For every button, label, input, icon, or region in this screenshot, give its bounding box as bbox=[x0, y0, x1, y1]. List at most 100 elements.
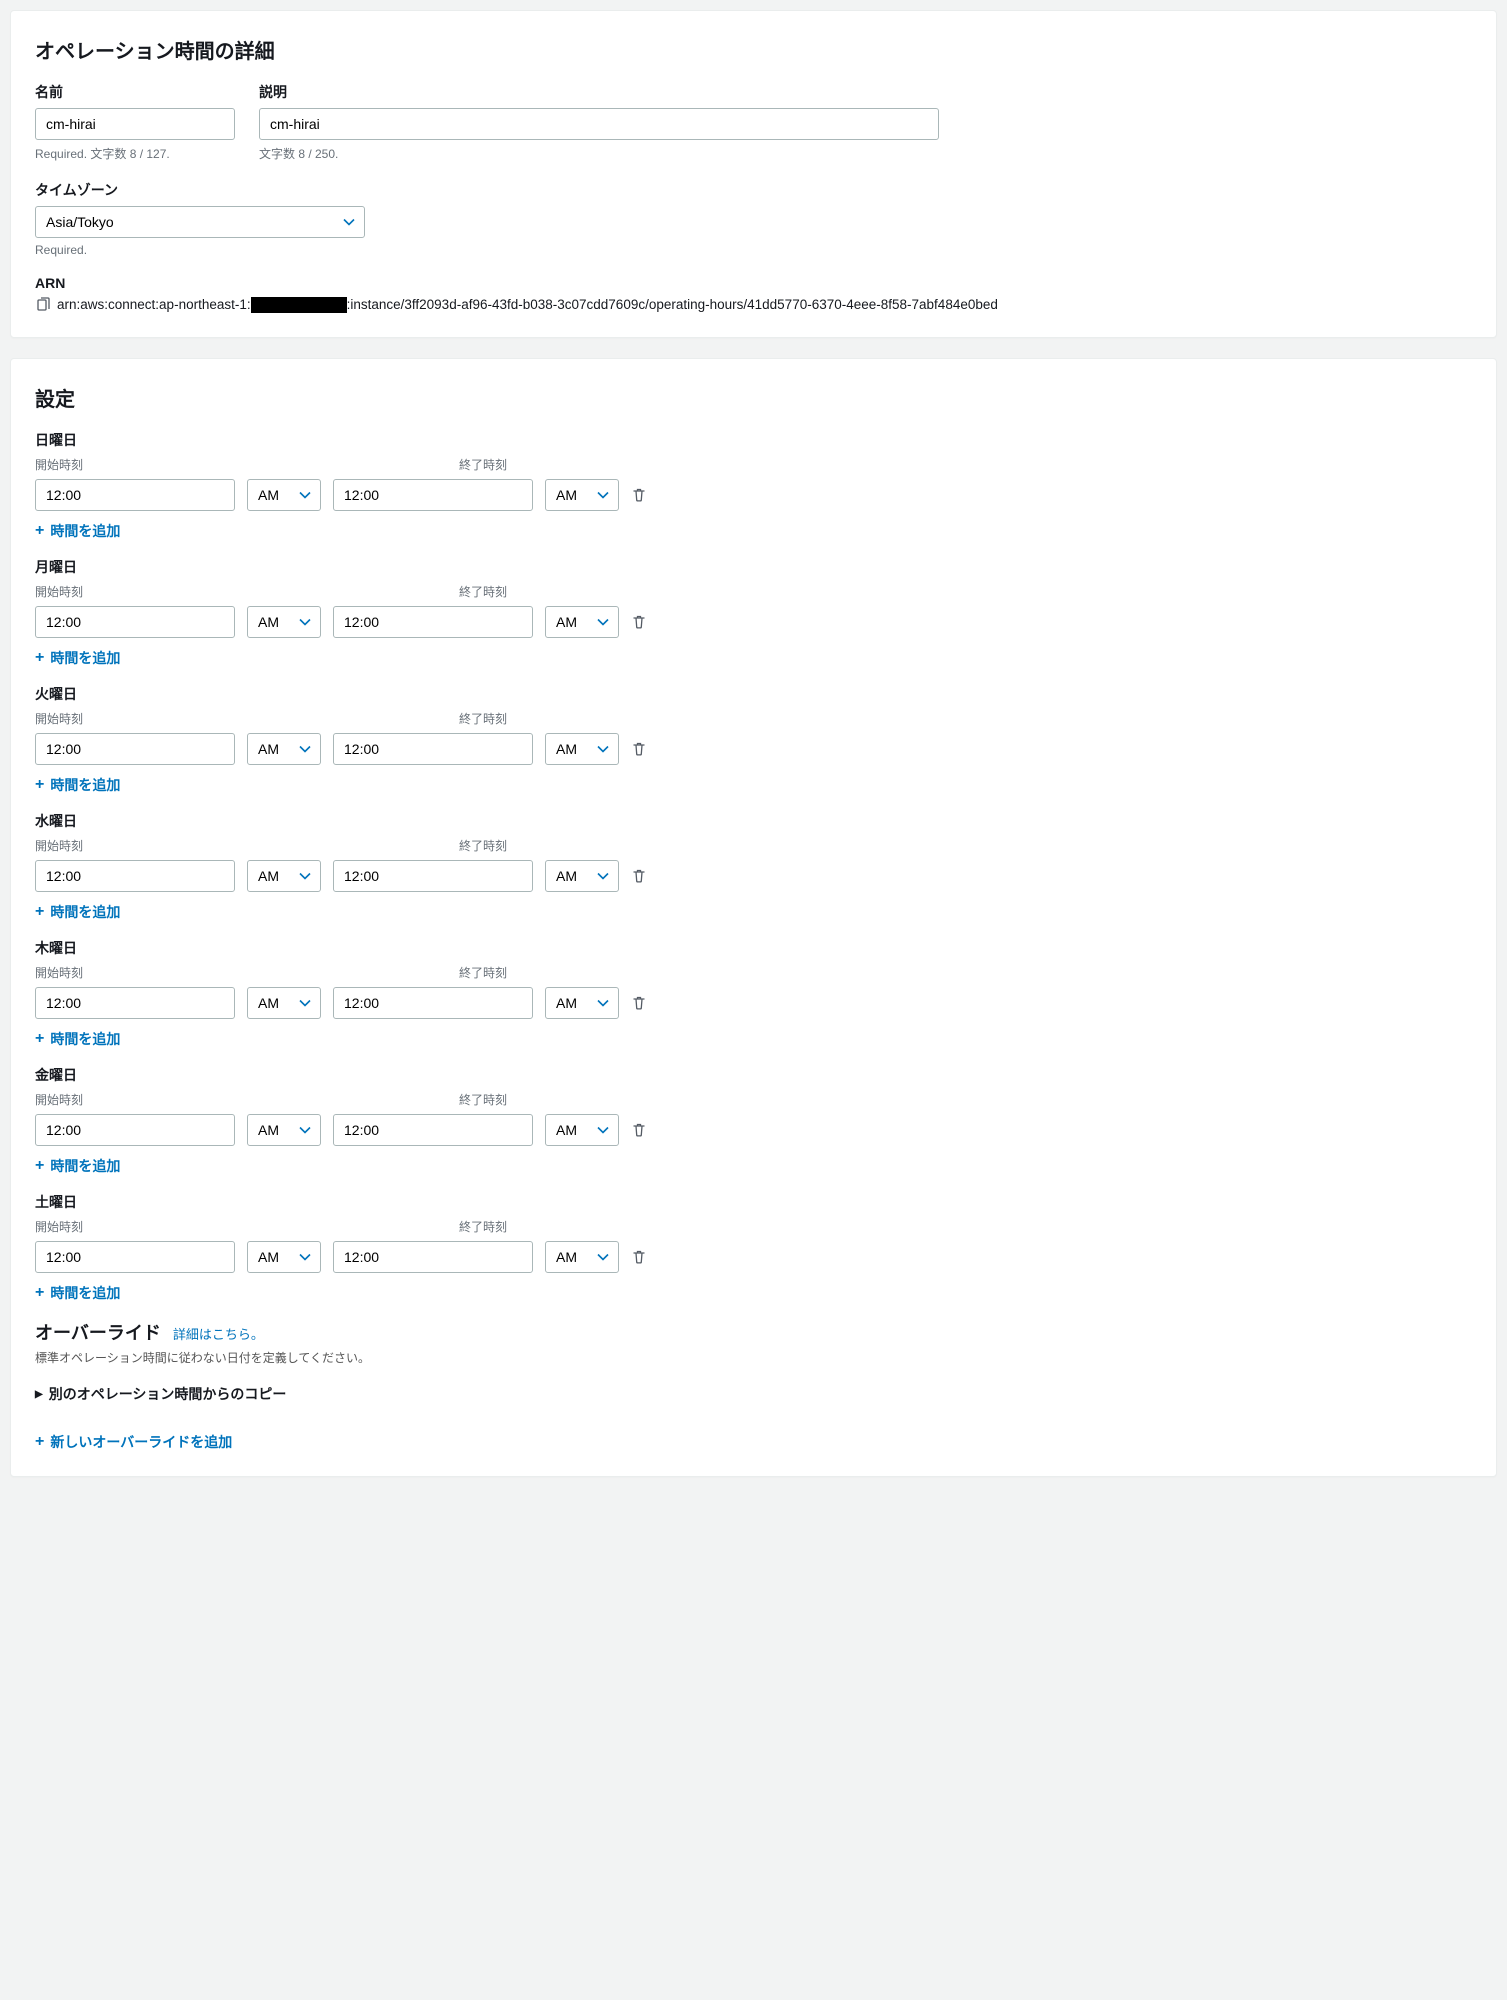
start-time-input[interactable] bbox=[35, 1114, 235, 1146]
add-time-link[interactable]: +時間を追加 bbox=[35, 521, 120, 541]
end-ampm-select[interactable]: AM bbox=[545, 606, 619, 638]
start-time-input[interactable] bbox=[35, 860, 235, 892]
plus-icon: + bbox=[35, 650, 44, 666]
start-ampm-select[interactable]: AM bbox=[247, 479, 321, 511]
end-ampm-select[interactable]: AM bbox=[545, 987, 619, 1019]
name-label: 名前 bbox=[35, 82, 235, 102]
arn-label: ARN bbox=[35, 275, 1472, 291]
plus-icon: + bbox=[35, 1285, 44, 1301]
end-ampm-select[interactable]: AM bbox=[545, 1241, 619, 1273]
add-time-label: 時間を追加 bbox=[50, 1156, 120, 1176]
start-ampm-select[interactable]: AM bbox=[247, 606, 321, 638]
end-time-label: 終了時刻 bbox=[459, 964, 659, 981]
plus-icon: + bbox=[35, 777, 44, 793]
end-time-label: 終了時刻 bbox=[459, 583, 659, 600]
details-heading: オペレーション時間の詳細 bbox=[35, 35, 1472, 64]
start-time-input[interactable] bbox=[35, 987, 235, 1019]
delete-icon[interactable] bbox=[631, 1249, 647, 1265]
day-block: 金曜日開始時刻 終了時刻 AM AM + 時間を追加 bbox=[35, 1065, 1472, 1176]
start-time-label: 開始時刻 bbox=[35, 1218, 329, 1235]
add-override-link[interactable]: + 新しいオーバーライドを追加 bbox=[35, 1432, 232, 1452]
add-time-label: 時間を追加 bbox=[50, 521, 120, 541]
end-ampm-select[interactable]: AM bbox=[545, 479, 619, 511]
start-ampm-select[interactable]: AM bbox=[247, 1241, 321, 1273]
delete-icon[interactable] bbox=[631, 741, 647, 757]
details-panel: オペレーション時間の詳細 名前 Required. 文字数 8 / 127. 説… bbox=[10, 10, 1497, 338]
start-ampm-select[interactable]: AM bbox=[247, 860, 321, 892]
settings-panel: 設定 日曜日開始時刻終了時刻AMAM+時間を追加月曜日開始時刻終了時刻AMAM+… bbox=[10, 358, 1497, 1477]
add-override-label: 新しいオーバーライドを追加 bbox=[50, 1432, 232, 1452]
start-time-label: 開始時刻 bbox=[35, 1091, 329, 1108]
end-ampm-select[interactable]: AM bbox=[545, 860, 619, 892]
add-time-label: 時間を追加 bbox=[50, 1283, 120, 1303]
add-time-label: 時間を追加 bbox=[50, 902, 120, 922]
day-name: 日曜日 bbox=[35, 430, 1472, 450]
end-time-input[interactable] bbox=[333, 733, 533, 765]
end-time-label: 終了時刻 bbox=[459, 1091, 659, 1108]
arn-text: arn:aws:connect:ap-northeast-1::instance… bbox=[57, 297, 998, 313]
day-block: 水曜日開始時刻終了時刻AMAM+時間を追加 bbox=[35, 811, 1472, 922]
name-field-group: 名前 Required. 文字数 8 / 127. bbox=[35, 82, 235, 162]
end-time-input[interactable] bbox=[333, 1114, 533, 1146]
add-time-link[interactable]: + 時間を追加 bbox=[35, 1156, 120, 1176]
override-details-link[interactable]: 詳細はこちら。 bbox=[173, 1324, 264, 1343]
override-heading: オーバーライド bbox=[35, 1319, 161, 1345]
add-time-link[interactable]: +時間を追加 bbox=[35, 1029, 120, 1049]
start-time-label: 開始時刻 bbox=[35, 710, 329, 727]
add-time-link[interactable]: +時間を追加 bbox=[35, 648, 120, 668]
end-ampm-select[interactable]: AM bbox=[545, 1114, 619, 1146]
end-time-label: 終了時刻 bbox=[459, 456, 659, 473]
add-time-link[interactable]: + 時間を追加 bbox=[35, 1283, 120, 1303]
tz-help: Required. bbox=[35, 243, 1472, 257]
desc-help: 文字数 8 / 250. bbox=[259, 145, 939, 162]
day-block: 火曜日開始時刻 終了時刻 AM AM + 時間を追加 bbox=[35, 684, 1472, 795]
copy-icon[interactable] bbox=[35, 297, 51, 313]
tz-select[interactable]: Asia/Tokyo bbox=[35, 206, 365, 238]
plus-icon: + bbox=[35, 904, 44, 920]
add-time-link[interactable]: + 時間を追加 bbox=[35, 775, 120, 795]
delete-icon[interactable] bbox=[631, 1122, 647, 1138]
day-block: 木曜日開始時刻 終了時刻 AM AM +時間を追加 bbox=[35, 938, 1472, 1049]
start-ampm-select[interactable]: AM bbox=[247, 733, 321, 765]
end-time-input[interactable] bbox=[333, 987, 533, 1019]
start-time-input[interactable] bbox=[35, 733, 235, 765]
day-name: 水曜日 bbox=[35, 811, 1472, 831]
settings-heading: 設定 bbox=[35, 383, 1472, 412]
delete-icon[interactable] bbox=[631, 868, 647, 884]
tz-label: タイムゾーン bbox=[35, 180, 1472, 200]
plus-icon: + bbox=[35, 1158, 44, 1174]
end-time-input[interactable] bbox=[333, 479, 533, 511]
start-time-label: 開始時刻 bbox=[35, 456, 329, 473]
day-name: 金曜日 bbox=[35, 1065, 1472, 1085]
start-ampm-select[interactable]: AM bbox=[247, 987, 321, 1019]
day-name: 火曜日 bbox=[35, 684, 1472, 704]
start-time-input[interactable] bbox=[35, 1241, 235, 1273]
add-time-label: 時間を追加 bbox=[50, 775, 120, 795]
arn-value-row: arn:aws:connect:ap-northeast-1::instance… bbox=[35, 297, 1472, 313]
end-ampm-select[interactable]: AM bbox=[545, 733, 619, 765]
end-time-input[interactable] bbox=[333, 860, 533, 892]
delete-icon[interactable] bbox=[631, 995, 647, 1011]
start-time-label: 開始時刻 bbox=[35, 964, 329, 981]
day-name: 木曜日 bbox=[35, 938, 1472, 958]
add-time-label: 時間を追加 bbox=[50, 1029, 120, 1049]
desc-field-group: 説明 文字数 8 / 250. bbox=[259, 82, 939, 162]
copy-from-toggle[interactable]: ▶ 別のオペレーション時間からのコピー bbox=[35, 1384, 1472, 1404]
day-block: 月曜日開始時刻終了時刻AMAM+時間を追加 bbox=[35, 557, 1472, 668]
tz-select-wrap: Asia/Tokyo bbox=[35, 206, 365, 238]
start-ampm-select[interactable]: AM bbox=[247, 1114, 321, 1146]
end-time-label: 終了時刻 bbox=[459, 837, 659, 854]
desc-input[interactable] bbox=[259, 108, 939, 140]
redacted-account bbox=[251, 297, 347, 313]
add-time-link[interactable]: + 時間を追加 bbox=[35, 902, 120, 922]
end-time-input[interactable] bbox=[333, 1241, 533, 1273]
delete-icon[interactable] bbox=[631, 487, 647, 503]
start-time-input[interactable] bbox=[35, 479, 235, 511]
start-time-input[interactable] bbox=[35, 606, 235, 638]
end-time-input[interactable] bbox=[333, 606, 533, 638]
delete-icon[interactable] bbox=[631, 614, 647, 630]
day-name: 月曜日 bbox=[35, 557, 1472, 577]
name-input[interactable] bbox=[35, 108, 235, 140]
plus-icon: + bbox=[35, 1434, 44, 1450]
end-time-label: 終了時刻 bbox=[459, 710, 659, 727]
